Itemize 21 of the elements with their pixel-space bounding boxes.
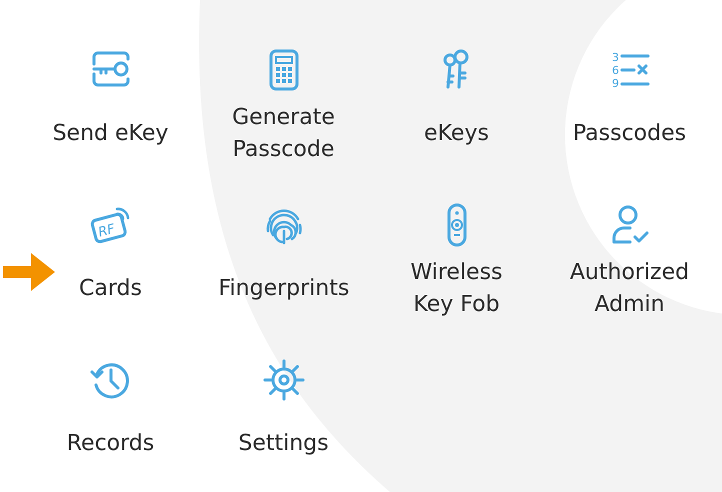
menu-item[interactable]: Generate Passcode [197, 48, 370, 203]
menu-label: Records [66, 430, 154, 458]
menu-label: eKeys [424, 120, 489, 148]
menu-label: Fingerprints [218, 275, 348, 303]
menu-item[interactable]: eKeys [370, 48, 543, 203]
settings-icon [262, 358, 306, 402]
menu-label: Authorized Admin [568, 259, 690, 319]
menu-item[interactable]: Authorized Admin [543, 203, 716, 358]
menu-label: Passcodes [572, 120, 686, 148]
menu-item[interactable]: Records [24, 358, 197, 492]
menu-item[interactable]: RF Cards [24, 203, 197, 358]
menu-label: Wireless Key Fob [409, 259, 504, 319]
menu-item[interactable]: Wireless Key Fob [370, 203, 543, 358]
menu-item[interactable]: 3 6 9 Passcodes [543, 48, 716, 203]
menu-label: Settings [238, 430, 329, 458]
menu-label: Cards [79, 275, 142, 303]
menu-label: Send eKey [52, 120, 168, 148]
menu-item[interactable]: Settings [197, 358, 370, 492]
menu-item[interactable]: Fingerprints [197, 203, 370, 358]
menu-label: Generate Passcode [231, 104, 336, 164]
menu-item[interactable]: Send eKey [24, 48, 197, 203]
